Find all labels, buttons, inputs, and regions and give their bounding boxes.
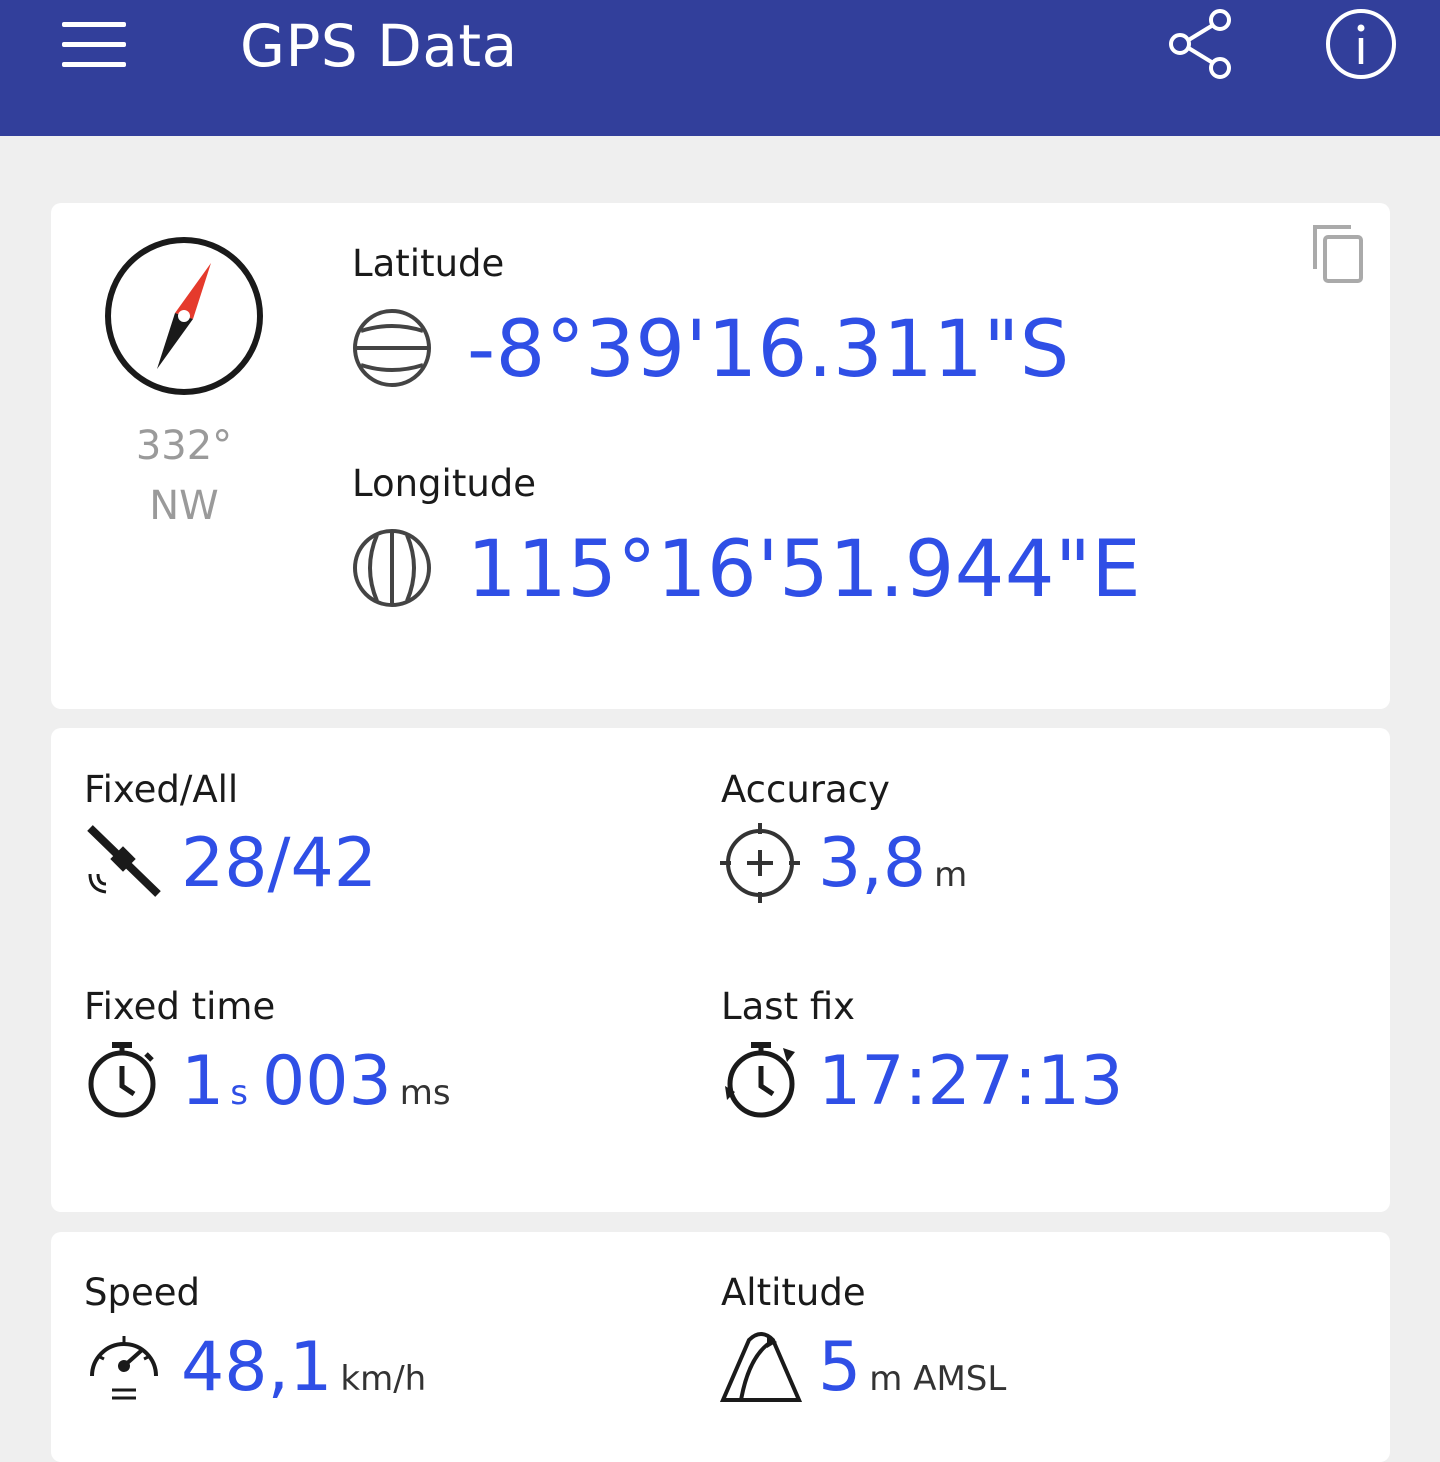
location-card: 332° NW Latitude -8°39'16.311"S Longitud… [51,203,1390,709]
altitude-label: Altitude [721,1271,866,1314]
copy-icon[interactable] [1307,219,1371,289]
fixed-time-ms-unit: ms [399,1073,451,1113]
fixed-time-seconds-unit: s [230,1073,248,1113]
motion-card: Speed 48,1 km/h Altitude 5m AMSL [51,1232,1390,1462]
app-title: GPS Data [240,12,518,80]
fixed-time-ms: 003 [261,1042,392,1121]
accuracy-crosshair-icon [720,823,800,903]
altitude-readout: 5m AMSL [818,1328,1006,1419]
info-icon[interactable] [1322,6,1400,82]
stopwatch-refresh-icon [725,1042,795,1118]
speed-value: 48,1 [181,1328,333,1407]
accuracy-label: Accuracy [721,768,890,811]
last-fix-value: 17:27:13 [818,1042,1124,1121]
heading-direction: NW [149,483,219,529]
fixed-time-readout: 1 s 003 ms [181,1042,451,1133]
accuracy-readout: 3,8 m [818,824,967,915]
speed-readout: 48,1 km/h [181,1328,426,1419]
menu-icon[interactable] [52,10,136,80]
heading-degrees: 332° [135,423,233,469]
app-bar: GPS Data [0,0,1440,136]
latitude-globe-icon [353,309,431,387]
last-fix-label: Last fix [721,985,856,1028]
stopwatch-icon [88,1042,156,1118]
fix-card: Fixed/All 28/42 Accuracy 3,8 m Fixed time… [51,728,1390,1212]
accuracy-value: 3,8 [818,824,927,903]
fixed-time-seconds: 1 [181,1042,225,1121]
fixed-time-label: Fixed time [84,985,276,1028]
speedometer-icon [90,1336,158,1400]
fixed-all-value: 28/42 [181,824,377,903]
satellite-icon [87,825,161,897]
longitude-value: 115°16'51.944"E [467,525,1142,615]
latitude-label: Latitude [352,242,505,285]
fixed-all-label: Fixed/All [84,768,239,811]
latitude-value: -8°39'16.311"S [467,305,1070,395]
accuracy-unit: m [934,855,968,895]
longitude-globe-icon [353,529,431,607]
altitude-unit: m AMSL [869,1359,1007,1399]
speed-unit: km/h [340,1359,427,1399]
speed-label: Speed [84,1271,200,1314]
compass-icon [105,237,263,395]
share-icon[interactable] [1164,6,1236,82]
longitude-label: Longitude [352,462,537,505]
altitude-value: 5 [818,1328,862,1407]
mountain-altitude-icon [719,1332,803,1402]
